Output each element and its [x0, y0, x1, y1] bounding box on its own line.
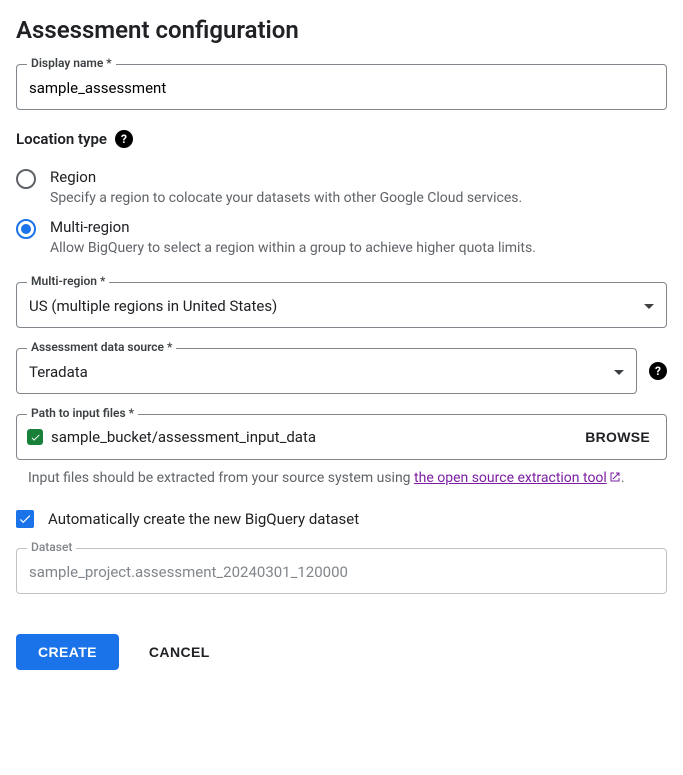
path-value: sample_bucket/assessment_input_data — [51, 428, 573, 446]
external-link-icon — [609, 469, 621, 490]
help-icon[interactable]: ? — [115, 130, 133, 148]
checkbox-icon — [16, 510, 34, 528]
location-type-label: Location type — [16, 130, 107, 148]
multi-region-value: US (multiple regions in United States) — [29, 297, 277, 315]
display-name-label: Display name * — [27, 56, 116, 70]
radio-dot-icon — [21, 224, 31, 234]
hint-prefix: Input files should be extracted from you… — [28, 470, 414, 486]
radio-icon — [16, 169, 36, 189]
radio-region-desc: Specify a region to colocate your datase… — [50, 190, 522, 206]
dataset-input — [17, 549, 666, 593]
help-icon[interactable]: ? — [649, 362, 667, 380]
auto-create-label: Automatically create the new BigQuery da… — [48, 510, 359, 528]
radio-icon-selected — [16, 219, 36, 239]
radio-multi-desc: Allow BigQuery to select a region within… — [50, 240, 536, 256]
path-field[interactable]: Path to input files * sample_bucket/asse… — [16, 414, 667, 460]
cancel-button[interactable]: CANCEL — [143, 643, 216, 661]
data-source-select[interactable]: Assessment data source * Teradata — [16, 348, 637, 394]
data-source-value: Teradata — [29, 363, 88, 381]
display-name-field[interactable]: Display name * — [16, 64, 667, 110]
dataset-field: Dataset — [16, 548, 667, 594]
path-hint: Input files should be extracted from you… — [28, 468, 667, 490]
path-label: Path to input files * — [27, 406, 138, 420]
multi-region-label: Multi-region * — [27, 274, 109, 288]
auto-create-checkbox[interactable]: Automatically create the new BigQuery da… — [16, 510, 667, 528]
browse-button[interactable]: BROWSE — [581, 425, 654, 449]
chevron-down-icon — [644, 304, 654, 309]
radio-multi-region[interactable]: Multi-region Allow BigQuery to select a … — [16, 212, 667, 262]
create-button[interactable]: CREATE — [16, 634, 119, 670]
location-type-radios: Region Specify a region to colocate your… — [16, 162, 667, 262]
radio-region[interactable]: Region Specify a region to colocate your… — [16, 162, 667, 212]
radio-region-title: Region — [50, 168, 522, 186]
radio-multi-title: Multi-region — [50, 218, 536, 236]
display-name-input[interactable] — [17, 65, 666, 109]
dataset-label: Dataset — [27, 540, 76, 554]
multi-region-select[interactable]: Multi-region * US (multiple regions in U… — [16, 282, 667, 328]
data-source-label: Assessment data source * — [27, 340, 176, 354]
extraction-tool-link[interactable]: the open source extraction tool — [414, 470, 621, 486]
check-icon — [27, 429, 43, 445]
hint-suffix: . — [621, 470, 625, 486]
page-title: Assessment configuration — [16, 16, 667, 44]
chevron-down-icon — [614, 370, 624, 375]
